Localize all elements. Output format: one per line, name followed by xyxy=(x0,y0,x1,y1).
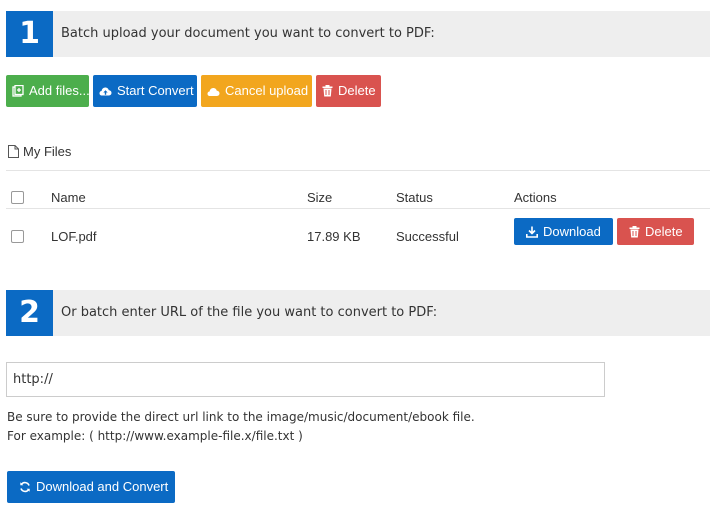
download-label: Download xyxy=(543,224,601,239)
step1-text: Batch upload your document you want to c… xyxy=(61,26,435,41)
select-all-checkbox[interactable] xyxy=(11,191,24,204)
table-header-divider xyxy=(6,208,710,209)
download-button[interactable]: Download xyxy=(514,218,613,245)
start-convert-button[interactable]: Start Convert xyxy=(93,75,197,107)
cloud-icon xyxy=(207,88,220,96)
add-files-button[interactable]: Add files... xyxy=(6,75,90,107)
step2-number: 2 xyxy=(6,290,53,336)
trash-icon xyxy=(322,85,333,97)
url-example: For example: ( http://www.example-file.x… xyxy=(7,429,303,443)
file-icon xyxy=(8,145,19,158)
start-convert-label: Start Convert xyxy=(117,83,194,98)
file-name: LOF.pdf xyxy=(51,229,97,244)
download-and-convert-label: Download and Convert xyxy=(36,479,169,494)
column-header-actions: Actions xyxy=(514,190,557,205)
step1-header: 1 Batch upload your document you want to… xyxy=(6,11,710,57)
add-files-label: Add files... xyxy=(29,83,90,98)
column-header-size: Size xyxy=(307,190,333,205)
file-size: 17.89 KB xyxy=(307,229,361,244)
download-and-convert-button[interactable]: Download and Convert xyxy=(7,471,175,503)
trash-icon xyxy=(629,226,640,238)
delete-all-button[interactable]: Delete xyxy=(316,75,381,107)
step2-header: 2 Or batch enter URL of the file you wan… xyxy=(6,290,710,336)
my-files-heading: My Files xyxy=(8,144,71,159)
column-header-name: Name xyxy=(51,190,86,205)
column-header-status: Status xyxy=(396,190,433,205)
my-files-label: My Files xyxy=(23,144,72,159)
add-files-icon xyxy=(12,84,24,97)
url-note: Be sure to provide the direct url link t… xyxy=(7,410,475,424)
row-delete-label: Delete xyxy=(645,224,683,239)
cancel-upload-button[interactable]: Cancel upload xyxy=(201,75,312,107)
file-status: Successful xyxy=(396,229,459,244)
cloud-upload-icon xyxy=(99,87,112,96)
row-delete-button[interactable]: Delete xyxy=(617,218,694,245)
cancel-upload-label: Cancel upload xyxy=(225,83,309,98)
delete-all-label: Delete xyxy=(338,83,376,98)
divider xyxy=(6,170,710,171)
url-input[interactable] xyxy=(6,362,605,397)
refresh-icon xyxy=(20,481,30,493)
row-checkbox[interactable] xyxy=(11,230,24,243)
download-icon xyxy=(526,226,538,238)
step1-number: 1 xyxy=(6,11,53,57)
step2-text: Or batch enter URL of the file you want … xyxy=(61,305,438,320)
